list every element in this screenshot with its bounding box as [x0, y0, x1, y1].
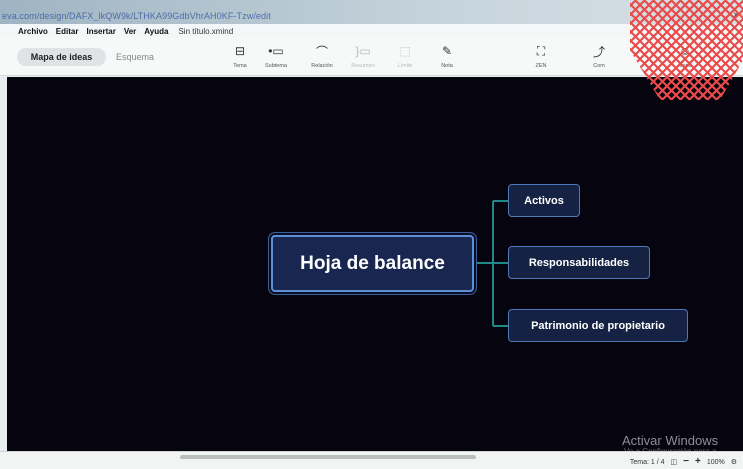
tool-note-button[interactable]: ✎ Nota — [426, 42, 468, 74]
document-title[interactable]: Sin título.xmind — [178, 27, 233, 36]
hatch-line — [630, 0, 655, 100]
status-bar: Tema: 1 / 4 ◫ − + 100% ⚙ — [0, 451, 743, 469]
topic-count: Tema: 1 / 4 — [629, 458, 665, 466]
hatch-line — [600, 0, 618, 100]
menu-ver[interactable]: Ver — [124, 27, 136, 36]
menu-ayuda[interactable]: Ayuda — [144, 27, 168, 36]
hatch-line — [688, 0, 743, 100]
subtopic-activos[interactable]: Activos — [508, 184, 580, 217]
hatch-line — [600, 0, 618, 100]
mind-map-view-button[interactable]: Mapa de ideas — [17, 48, 106, 66]
subtopic-patrimonio[interactable]: Patrimonio de propietario — [508, 309, 688, 342]
view-toggle: Mapa de ideas — [17, 48, 106, 66]
hatch-line — [600, 0, 627, 100]
tool-label: Límite — [397, 63, 413, 69]
menu-insertar[interactable]: Insertar — [86, 27, 115, 36]
tool-label: Tema — [233, 63, 247, 69]
hatch-line — [688, 0, 743, 100]
tool-boundary-button[interactable]: ⬚ Límite — [384, 42, 426, 74]
hatch-line — [630, 0, 655, 100]
tool-label: Subtema — [264, 63, 287, 69]
zoom-out-button[interactable]: − — [683, 457, 689, 467]
menu-archivo[interactable]: Archivo — [18, 27, 48, 36]
decorative-crosshatch — [600, 0, 743, 100]
summary-icon: }▭ — [355, 44, 371, 58]
tool-label: Relación — [311, 63, 333, 69]
tool-zen-button[interactable]: ⛶ ZEN — [520, 42, 562, 74]
status-controls: Tema: 1 / 4 ◫ − + 100% ⚙ — [629, 457, 737, 467]
hatch-line — [600, 0, 609, 100]
note-icon: ✎ — [441, 44, 453, 58]
tool-summary-button[interactable]: }▭ Resumen — [342, 42, 384, 74]
zoom-level: 100% — [706, 458, 725, 466]
map-mode-icon[interactable]: ◫ — [671, 458, 678, 466]
connector-lines — [474, 200, 508, 327]
mindmap-canvas[interactable]: Hoja de balance Activos Responsabilidade… — [7, 77, 743, 456]
topic-icon: ⊟ — [234, 44, 246, 58]
tool-subtopic-button[interactable]: •▭ Subtema — [255, 42, 297, 74]
subtopic-responsabilidades[interactable]: Responsabilidades — [508, 246, 650, 279]
tool-label: ZEN — [535, 63, 547, 69]
settings-icon[interactable]: ⚙ — [731, 458, 737, 466]
menu-editar[interactable]: Editar — [56, 27, 79, 36]
hatch-line — [630, 0, 673, 100]
hatch-line — [600, 0, 609, 100]
subtopic-icon: •▭ — [268, 44, 284, 58]
horizontal-scrollbar[interactable] — [180, 455, 476, 459]
outline-view-button[interactable]: Esquema — [116, 52, 154, 62]
tool-label: Nota — [441, 63, 453, 69]
activation-watermark-title: Activar Windows — [622, 433, 719, 448]
relation-icon: ⌒ — [315, 44, 328, 59]
hatch-line — [630, 0, 673, 100]
zoom-in-button[interactable]: + — [695, 457, 701, 467]
tool-label: Resumen — [351, 63, 375, 69]
boundary-icon: ⬚ — [399, 44, 411, 58]
zen-icon: ⛶ — [536, 43, 546, 58]
central-topic[interactable]: Hoja de balance — [271, 235, 474, 292]
hatch-line — [600, 0, 627, 100]
tool-relation-button[interactable]: ⌒ Relación — [301, 42, 343, 74]
url-text[interactable]: eva.com/design/DAFX_lkQW9k/LTHKA99GdbVhr… — [2, 11, 271, 21]
